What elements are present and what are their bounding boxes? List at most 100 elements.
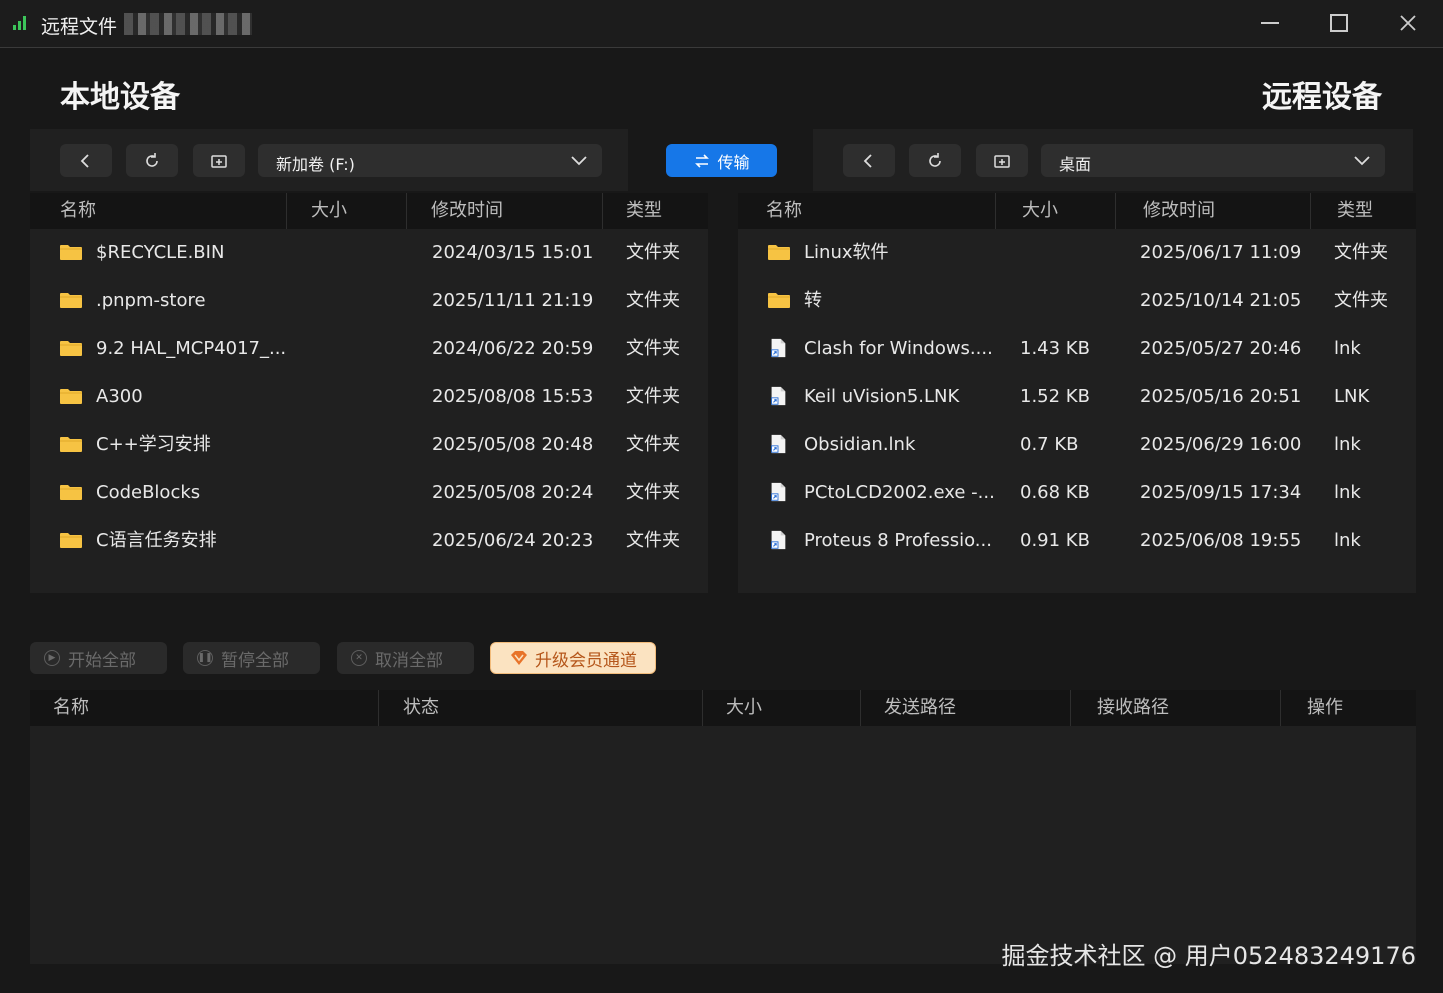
- queue-header-status: 状态: [403, 697, 439, 718]
- file-row[interactable]: A300 2025/08/08 15:53 文件夹: [30, 373, 708, 421]
- column-header-name[interactable]: 名称: [766, 193, 802, 229]
- file-modified: 2025/08/08 15:53: [432, 386, 594, 407]
- cancel-all-button[interactable]: ✕ 取消全部: [337, 642, 474, 674]
- window-title: 远程文件: [41, 16, 118, 38]
- remote-path-select[interactable]: 桌面: [1041, 144, 1385, 177]
- pause-all-button[interactable]: ❚❚ 暂停全部: [183, 642, 320, 674]
- file-type: 文件夹: [626, 482, 680, 503]
- file-type: lnk: [1334, 338, 1361, 359]
- upgrade-vip-button[interactable]: 升级会员通道: [490, 642, 656, 674]
- file-name: Linux软件: [804, 242, 889, 263]
- chevron-left-icon: [80, 153, 89, 168]
- file-name: Proteus 8 Professio...: [804, 530, 992, 551]
- redacted-device-name: [124, 13, 252, 35]
- file-modified: 2025/05/16 20:51: [1140, 386, 1302, 407]
- pause-all-label: 暂停全部: [221, 650, 289, 671]
- local-new-folder-button[interactable]: [193, 144, 245, 177]
- refresh-icon: [146, 152, 158, 167]
- column-header-size[interactable]: 大小: [311, 193, 347, 229]
- play-icon: ▶: [44, 650, 60, 666]
- minimize-icon: [1261, 22, 1279, 24]
- local-back-button[interactable]: [60, 144, 112, 177]
- pause-icon: ❚❚: [197, 650, 213, 666]
- folder-icon: [60, 245, 82, 260]
- folder-icon: [60, 533, 82, 548]
- queue-header-receive-path: 接收路径: [1097, 697, 1169, 718]
- file-row[interactable]: 转 2025/10/14 21:05 文件夹: [738, 277, 1416, 325]
- file-name: .pnpm-store: [96, 290, 206, 311]
- column-header-size[interactable]: 大小: [1022, 193, 1058, 229]
- maximize-button[interactable]: [1322, 8, 1356, 38]
- remote-back-button[interactable]: [843, 144, 895, 177]
- transfer-button[interactable]: 传输: [666, 144, 777, 177]
- file-row[interactable]: 9.2 HAL_MCP4017_... 2024/06/22 20:59 文件夹: [30, 325, 708, 373]
- folder-icon: [768, 293, 790, 308]
- file-modified: 2025/11/11 21:19: [432, 290, 594, 311]
- diamond-icon: [511, 651, 527, 665]
- local-path-select[interactable]: 新加卷 (F:): [258, 144, 602, 177]
- close-icon: [1400, 15, 1416, 31]
- local-table-header: 名称 大小 修改时间 类型: [30, 193, 708, 229]
- shortcut-file-icon: [771, 482, 786, 502]
- remote-new-folder-button[interactable]: [976, 144, 1028, 177]
- file-name: CodeBlocks: [96, 482, 201, 503]
- signal-icon: [13, 16, 29, 30]
- remote-refresh-button[interactable]: [909, 144, 961, 177]
- file-row[interactable]: CodeBlocks 2025/05/08 20:24 文件夹: [30, 469, 708, 517]
- file-row[interactable]: Linux软件 2025/06/17 11:09 文件夹: [738, 229, 1416, 277]
- maximize-icon: [1330, 14, 1348, 32]
- column-header-type[interactable]: 类型: [626, 193, 662, 229]
- queue-table-header: 名称 状态 大小 发送路径 接收路径 操作: [30, 690, 1416, 726]
- file-row[interactable]: C语言任务安排 2025/06/24 20:23 文件夹: [30, 517, 708, 565]
- file-name: 转: [804, 290, 822, 311]
- file-row[interactable]: Clash for Windows.... 1.43 KB 2025/05/27 2…: [738, 325, 1416, 373]
- column-header-type[interactable]: 类型: [1337, 193, 1373, 229]
- file-name: Obsidian.lnk: [804, 434, 916, 455]
- local-device-heading: 本地设备: [60, 80, 180, 115]
- file-row[interactable]: .pnpm-store 2025/11/11 21:19 文件夹: [30, 277, 708, 325]
- file-modified: 2025/09/15 17:34: [1140, 482, 1302, 503]
- start-all-button[interactable]: ▶ 开始全部: [30, 642, 167, 674]
- cancel-icon: ✕: [351, 650, 367, 666]
- file-modified: 2024/03/15 15:01: [432, 242, 594, 263]
- file-row[interactable]: C++学习安排 2025/05/08 20:48 文件夹: [30, 421, 708, 469]
- local-path-value: 新加卷 (F:): [276, 155, 355, 174]
- file-size: 0.7 KB: [1020, 434, 1079, 455]
- file-name: Keil uVision5.LNK: [804, 386, 960, 407]
- remote-path-value: 桌面: [1059, 155, 1092, 174]
- column-header-modified[interactable]: 修改时间: [1143, 193, 1215, 229]
- column-header-modified[interactable]: 修改时间: [431, 193, 503, 229]
- file-row[interactable]: $RECYCLE.BIN 2024/03/15 15:01 文件夹: [30, 229, 708, 277]
- chevron-down-icon: [1354, 156, 1370, 166]
- file-type: 文件夹: [626, 530, 680, 551]
- file-name: C++学习安排: [96, 434, 211, 455]
- folder-icon: [60, 341, 82, 356]
- file-row[interactable]: Keil uVision5.LNK 1.52 KB 2025/05/16 20:51…: [738, 373, 1416, 421]
- file-type: 文件夹: [626, 338, 680, 359]
- column-header-name[interactable]: 名称: [60, 193, 96, 229]
- file-size: 1.52 KB: [1020, 386, 1090, 407]
- file-modified: 2024/06/22 20:59: [432, 338, 594, 359]
- file-row[interactable]: Obsidian.lnk 0.7 KB 2025/06/29 16:00 lnk: [738, 421, 1416, 469]
- file-name: $RECYCLE.BIN: [96, 242, 225, 263]
- file-name: PCtoLCD2002.exe -...: [804, 482, 995, 503]
- local-refresh-button[interactable]: [126, 144, 178, 177]
- file-size: 0.91 KB: [1020, 530, 1090, 551]
- queue-header-name: 名称: [53, 697, 89, 718]
- local-file-table: 名称 大小 修改时间 类型 $RECYCLE.BIN 2024/03/15 15:…: [30, 193, 708, 593]
- minimize-button[interactable]: [1253, 8, 1287, 38]
- watermark: 掘金技术社区 @ 用户052483249176: [1001, 942, 1417, 970]
- file-size: 1.43 KB: [1020, 338, 1090, 359]
- file-type: lnk: [1334, 482, 1361, 503]
- file-row[interactable]: Proteus 8 Professio... 0.91 KB 2025/06/08 …: [738, 517, 1416, 565]
- file-type: 文件夹: [626, 386, 680, 407]
- file-modified: 2025/06/17 11:09: [1140, 242, 1302, 263]
- file-row[interactable]: PCtoLCD2002.exe -... 0.68 KB 2025/09/15 17…: [738, 469, 1416, 517]
- upgrade-label: 升级会员通道: [535, 650, 637, 671]
- close-button[interactable]: [1391, 8, 1425, 38]
- remote-table-header: 名称 大小 修改时间 类型: [738, 193, 1416, 229]
- title-bar: 远程文件: [0, 0, 1443, 48]
- new-folder-icon: [994, 154, 1010, 168]
- remote-file-table: 名称 大小 修改时间 类型 Linux软件 2025/06/17 11:09 文件夹…: [738, 193, 1416, 593]
- swap-icon: [695, 153, 710, 168]
